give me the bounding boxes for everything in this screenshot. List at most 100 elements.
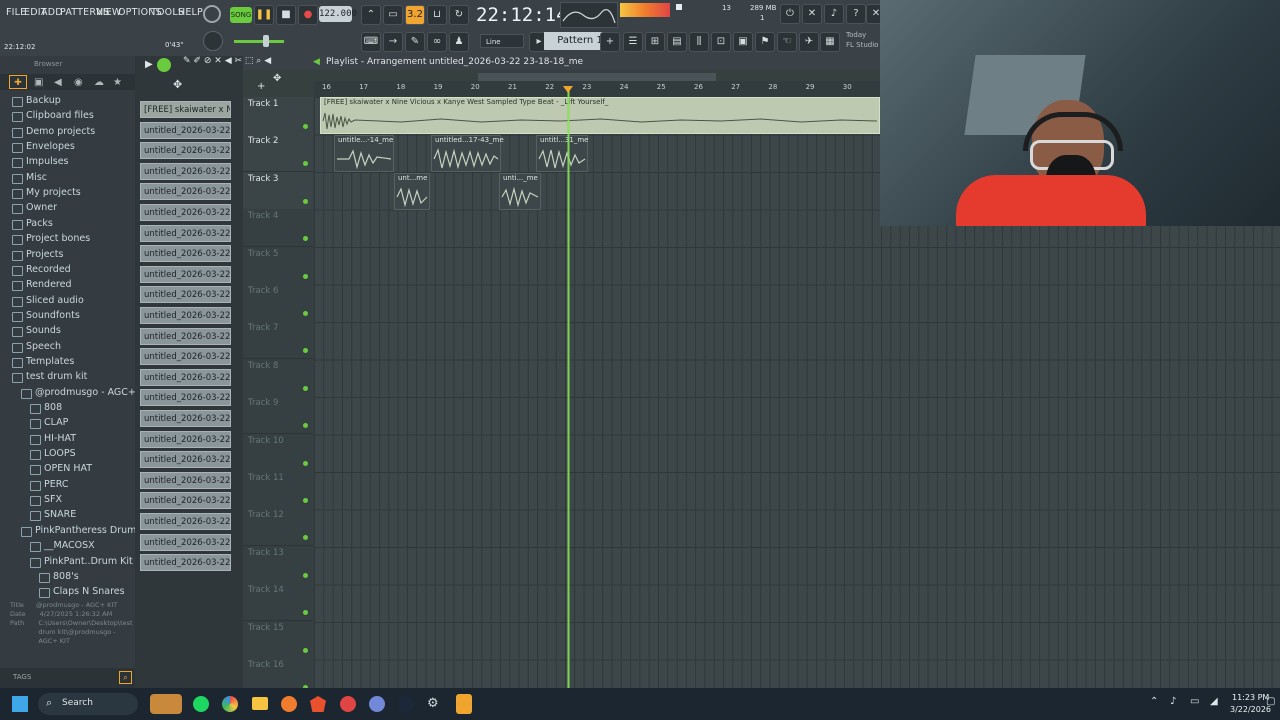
touch-icon[interactable]: ☜ <box>777 32 797 52</box>
track-mute-led[interactable] <box>303 647 308 653</box>
track-header[interactable]: Track 6 <box>243 284 313 322</box>
audio-clip[interactable]: unti..._me <box>499 173 541 210</box>
browser-item[interactable]: 808's <box>0 570 135 585</box>
browser-all-icon[interactable]: ✚ <box>9 75 27 89</box>
delete-icon[interactable]: ⊘ <box>204 56 212 66</box>
browser-item[interactable]: Envelopes <box>0 140 135 155</box>
stamp-icon[interactable]: ♟ <box>449 32 469 52</box>
metronome-icon[interactable]: ⌃ <box>361 5 381 25</box>
select-icon[interactable]: ⬚ <box>245 56 254 66</box>
browser-item[interactable]: __MACOSX <box>0 539 135 554</box>
pencil-icon[interactable]: ✎ <box>183 56 191 66</box>
link-icon[interactable]: ∞ <box>427 32 447 52</box>
audio-clip[interactable]: untitled...17-43_me <box>431 135 504 172</box>
track-mute-led[interactable] <box>303 161 308 167</box>
browser-item[interactable]: PinkPantheress Drum Kit <box>0 524 152 539</box>
track-header[interactable]: Track 14 <box>243 583 313 622</box>
track-header[interactable]: Track 4 <box>243 209 313 248</box>
pencil-icon[interactable]: ✎ <box>405 32 425 52</box>
browser-item[interactable]: Claps N Snares <box>0 585 135 600</box>
keyboard-icon[interactable]: ⌨ <box>361 32 381 52</box>
browser-item[interactable]: Backup <box>0 94 135 109</box>
menu-help[interactable]: HELP <box>178 7 203 18</box>
browser-item[interactable]: Impulses <box>0 155 135 170</box>
wait-input-icon[interactable]: ▭ <box>383 5 403 25</box>
channel-rack-icon[interactable]: ⊞ <box>645 32 665 52</box>
track-header[interactable]: Track 9 <box>243 396 313 435</box>
browser-item[interactable]: OPEN HAT <box>0 462 135 477</box>
speaker-icon[interactable]: ◢ <box>1210 696 1218 707</box>
move-icon[interactable]: ✥ <box>273 73 281 84</box>
track-header[interactable]: Track 12 <box>243 508 313 547</box>
picker-clip[interactable]: untitled_2026-03-22 23- <box>140 492 231 510</box>
add-track-icon[interactable]: + <box>257 81 265 92</box>
picker-clip[interactable]: untitled_2026-03-22 23- <box>140 121 231 139</box>
track-mute-led[interactable] <box>303 572 308 578</box>
power-icon[interactable]: ⏻ <box>780 4 800 24</box>
tools-icon[interactable]: ✕ <box>802 4 822 24</box>
browser-item[interactable]: 808 <box>0 401 135 416</box>
song-mode-toggle[interactable]: SONG <box>230 7 252 23</box>
browser-item[interactable]: Demo projects <box>0 125 135 140</box>
microphone-icon[interactable]: ♪ <box>1170 696 1176 707</box>
audio-clip[interactable]: untitle...-14_me <box>334 135 394 172</box>
track-mute-led[interactable] <box>303 460 308 466</box>
notification-icon[interactable]: ▢ <box>1266 696 1275 707</box>
tempo-display[interactable]: 122.000 <box>319 6 357 22</box>
loop-record-icon[interactable]: ↻ <box>449 5 469 25</box>
browser-item[interactable]: PERC <box>0 478 135 493</box>
song-time-display[interactable]: 22:12:14 <box>476 3 568 27</box>
spotify-icon[interactable] <box>193 696 209 712</box>
file-icon[interactable]: ▣ <box>34 77 43 88</box>
brave-icon[interactable] <box>310 696 326 712</box>
pause-icon[interactable]: ❚❚ <box>254 5 274 25</box>
playlist-play-icon[interactable]: ▶ <box>145 59 153 70</box>
browser-icon[interactable]: ⊡ <box>711 32 731 52</box>
pitch-knob[interactable] <box>203 31 223 51</box>
browser-item[interactable]: Owner <box>0 201 135 216</box>
picker-clip[interactable]: untitled_2026-03-22 23- <box>140 410 231 427</box>
master-pitch-slider[interactable] <box>234 40 284 43</box>
track-mute-led[interactable] <box>303 311 308 316</box>
track-header[interactable]: Track 8 <box>243 358 313 397</box>
picker-clip[interactable]: untitled_2026-03-22 23- <box>140 389 231 407</box>
playlist-icon[interactable]: ☰ <box>623 32 643 52</box>
track-header[interactable]: Track 13 <box>243 545 313 584</box>
picker-clip[interactable]: untitled_2026-03-22 23- <box>140 142 231 160</box>
zoom-icon[interactable]: ⌕ <box>256 56 261 66</box>
step-edit-button[interactable]: 3.2 <box>405 5 425 25</box>
browser-item[interactable]: Misc <box>0 171 135 186</box>
settings-icon[interactable]: ⚙ <box>427 696 443 712</box>
discord-icon[interactable] <box>369 696 385 712</box>
browser-item[interactable]: SNARE <box>0 508 135 523</box>
fl-studio-icon[interactable] <box>456 694 472 714</box>
move-icon[interactable]: ✥ <box>173 78 182 91</box>
track-mute-led[interactable] <box>303 535 308 541</box>
search-icon[interactable]: ⌕ <box>119 671 132 684</box>
help-icon[interactable]: ? <box>846 4 866 24</box>
windows-start-icon[interactable] <box>12 696 28 712</box>
add-pattern-icon[interactable]: + <box>600 32 620 52</box>
picker-clip[interactable]: untitled_2026-03-22 23- <box>140 162 231 180</box>
track-header[interactable]: Track 5 <box>243 246 313 285</box>
timeline-ruler[interactable]: 16 17 18 19 20 21 22 23 24 25 26 27 28 29 30 <box>314 81 880 97</box>
browser-item[interactable]: Sliced audio <box>0 294 135 309</box>
stop-icon[interactable]: ■ <box>276 5 296 25</box>
search-box[interactable]: ⌕ Search <box>38 693 138 715</box>
track-mute-led[interactable] <box>303 385 308 391</box>
browser-item[interactable]: PinkPant..Drum Kit <box>0 555 135 570</box>
browser-item[interactable]: Templates <box>0 355 135 370</box>
browser-item[interactable]: CLAP <box>0 416 135 431</box>
browser-item[interactable]: Packs <box>0 217 135 232</box>
track-header[interactable]: Track 1 <box>243 97 313 135</box>
slider-handle[interactable] <box>263 35 269 47</box>
project-info-icon[interactable]: ▦ <box>820 32 840 52</box>
playback-icon[interactable]: ◀ <box>264 56 271 66</box>
picker-clip[interactable]: untitled_2026-03-22 23- <box>140 204 231 221</box>
browser-item[interactable]: Recorded <box>0 263 135 278</box>
browser-item[interactable]: My projects <box>0 186 135 201</box>
browser-item[interactable]: SFX <box>0 493 135 508</box>
mixer-icon[interactable]: ⫼ <box>689 32 709 52</box>
picker-clip[interactable]: untitled_2026-03-22 23- <box>140 327 231 345</box>
picker-clip[interactable]: untitled_2026-03-22 23- <box>140 183 231 201</box>
